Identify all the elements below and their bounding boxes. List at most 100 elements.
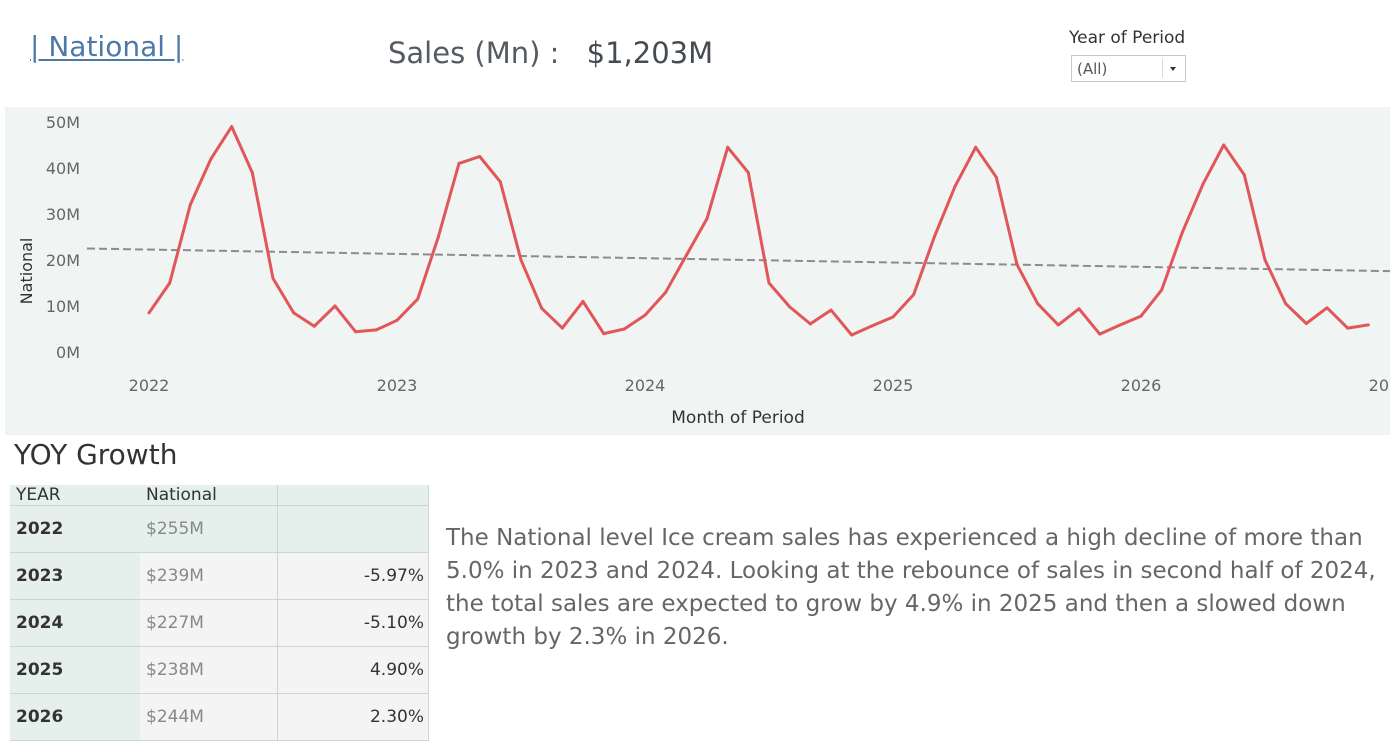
- table-header-row: YEAR National: [10, 485, 429, 506]
- sales-kpi: Sales (Mn) : $1,203M: [388, 36, 713, 70]
- year-filter-dropdown[interactable]: (All): [1071, 55, 1186, 82]
- data-point: [581, 299, 585, 303]
- y-tick-label: 50M: [46, 113, 80, 132]
- data-point: [1201, 182, 1205, 186]
- dropdown-divider: [1162, 59, 1163, 78]
- table-row: 2025 $238M 4.90%: [10, 646, 429, 694]
- y-axis: 0M 10M 20M 30M 40M 50M: [46, 113, 80, 362]
- data-point: [230, 125, 234, 129]
- national-link[interactable]: | National |: [30, 30, 183, 63]
- sales-cell: $244M: [140, 693, 278, 741]
- sales-cell: $239M: [140, 552, 278, 600]
- y-tick-label: 10M: [46, 297, 80, 316]
- data-point: [271, 276, 275, 280]
- y-tick-label: 30M: [46, 205, 80, 224]
- table-row: 2026 $244M 2.30%: [10, 693, 429, 741]
- sales-line-chart: 0M10M20M30M40M50M 2022 2023 2024 2025 2026 20…: [17, 113, 1390, 428]
- data-point: [436, 235, 440, 239]
- growth-cell: [277, 505, 429, 553]
- sales-cell: $238M: [140, 646, 278, 694]
- x-tick-label: 2026: [1121, 376, 1162, 395]
- x-axis-title: Month of Period: [671, 408, 805, 428]
- data-point: [188, 203, 192, 207]
- sales-chart-panel: 0M 10M 20M 30M 40M 50M 2022 2023 2024 2025 2026 20…: [5, 107, 1390, 435]
- data-point: [932, 235, 936, 239]
- data-point: [850, 333, 854, 337]
- data-point: [250, 171, 254, 175]
- sales-cell: $227M: [140, 599, 278, 647]
- yoy-growth-title: YOY Growth: [14, 438, 178, 471]
- data-point: [643, 313, 647, 317]
- data-point: [1242, 173, 1246, 177]
- sales-cell: $255M: [140, 505, 278, 553]
- y-tick-label: 20M: [46, 251, 80, 270]
- table-row: 2024 $227M -5.10%: [10, 599, 429, 647]
- data-point: [540, 306, 544, 310]
- y-axis-title: National: [17, 238, 36, 305]
- data-point: [808, 322, 812, 326]
- data-point: [1263, 258, 1267, 262]
- data-point: [519, 258, 523, 262]
- trend-line: [86, 247, 1390, 273]
- data-point: [1160, 288, 1164, 292]
- y-tick-label: 40M: [46, 159, 80, 178]
- growth-cell: 2.30%: [277, 693, 429, 741]
- data-point: [829, 308, 833, 312]
- year-cell: 2022: [10, 505, 140, 553]
- data-point: [974, 145, 978, 149]
- data-point: [354, 330, 358, 334]
- commentary-text: The National level Ice cream sales has e…: [446, 525, 1376, 650]
- data-point: [1036, 302, 1040, 306]
- data-point: [870, 324, 874, 328]
- data-point: [292, 311, 296, 315]
- data-point: [891, 315, 895, 319]
- data-point: [953, 184, 957, 188]
- table-row: 2022 $255M: [10, 505, 429, 553]
- data-point: [767, 281, 771, 285]
- x-tick-label: 2024: [625, 376, 666, 395]
- data-point: [374, 328, 378, 332]
- x-tick-label: 2023: [377, 376, 418, 395]
- data-point: [912, 293, 916, 296]
- x-tick-label: 2022: [129, 376, 170, 395]
- data-point: [560, 326, 564, 330]
- data-point: [1284, 302, 1288, 306]
- data-point: [746, 171, 750, 175]
- data-point: [684, 253, 688, 257]
- year-cell: 2023: [10, 552, 140, 600]
- year-filter-title: Year of Period: [1069, 28, 1186, 48]
- year-filter-value: (All): [1077, 60, 1108, 78]
- data-point: [209, 157, 213, 161]
- data-point: [147, 311, 151, 315]
- data-point: [1139, 314, 1143, 318]
- data-point: [1077, 307, 1081, 311]
- data-point: [1056, 323, 1060, 327]
- chevron-down-icon[interactable]: [1170, 67, 1176, 71]
- column-header-national: National: [140, 485, 278, 506]
- data-point: [498, 180, 502, 184]
- data-point: [333, 304, 337, 308]
- year-cell: 2024: [10, 599, 140, 647]
- growth-cell: 4.90%: [277, 646, 429, 694]
- data-point: [1180, 230, 1184, 234]
- data-point: [1015, 263, 1019, 267]
- data-point: [416, 297, 420, 301]
- growth-cell: -5.10%: [277, 599, 429, 647]
- data-point: [1325, 306, 1329, 310]
- data-point: [705, 217, 709, 221]
- data-point: [1098, 332, 1102, 336]
- column-header-growth: [277, 485, 429, 506]
- year-cell: 2026: [10, 693, 140, 741]
- national-sales-line: [147, 125, 1369, 337]
- data-point: [1304, 321, 1308, 325]
- data-point: [1118, 323, 1122, 327]
- year-cell: 2025: [10, 646, 140, 694]
- column-header-year: YEAR: [10, 485, 140, 506]
- data-point: [602, 332, 606, 336]
- data-point: [726, 145, 730, 149]
- table-row: 2023 $239M -5.97%: [10, 552, 429, 600]
- data-point: [457, 161, 461, 165]
- data-point: [1366, 323, 1370, 327]
- data-point: [168, 281, 172, 285]
- x-tick-label: 2027: [1369, 376, 1390, 395]
